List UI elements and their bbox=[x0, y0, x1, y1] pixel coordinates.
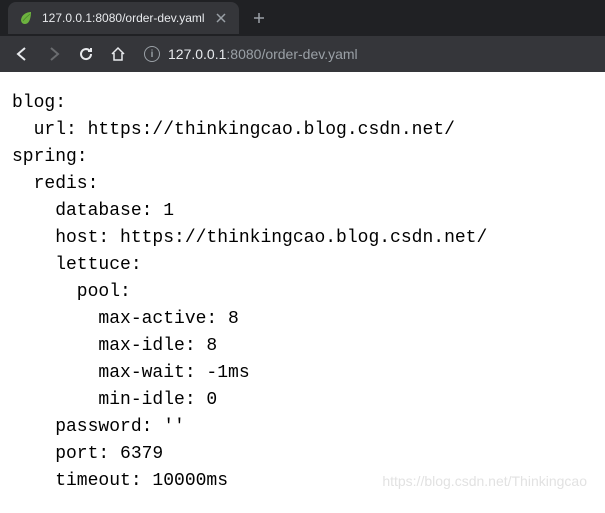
close-icon[interactable] bbox=[213, 10, 229, 26]
page-content: blog: url: https://thinkingcao.blog.csdn… bbox=[0, 72, 605, 513]
watermark: https://blog.csdn.net/Thinkingcao bbox=[382, 473, 587, 489]
yaml-line: database: 1 bbox=[12, 201, 174, 221]
back-button[interactable] bbox=[8, 40, 36, 68]
tab-bar: 127.0.0.1:8080/order-dev.yaml bbox=[0, 0, 605, 36]
new-tab-button[interactable] bbox=[245, 4, 273, 32]
yaml-line: password: '' bbox=[12, 417, 185, 437]
url-display: 127.0.0.1:8080/order-dev.yaml bbox=[168, 46, 358, 62]
yaml-line: url: https://thinkingcao.blog.csdn.net/ bbox=[12, 120, 455, 140]
yaml-line: blog: bbox=[12, 93, 66, 113]
yaml-line: redis: bbox=[12, 174, 98, 194]
address-bar[interactable]: i 127.0.0.1:8080/order-dev.yaml bbox=[144, 40, 597, 68]
yaml-line: pool: bbox=[12, 282, 131, 302]
yaml-line: spring: bbox=[12, 147, 88, 167]
browser-tab[interactable]: 127.0.0.1:8080/order-dev.yaml bbox=[8, 2, 239, 34]
tab-title: 127.0.0.1:8080/order-dev.yaml bbox=[42, 11, 205, 25]
forward-button[interactable] bbox=[40, 40, 68, 68]
url-host: 127.0.0.1 bbox=[168, 46, 226, 62]
yaml-line: lettuce: bbox=[12, 255, 142, 275]
yaml-line: min-idle: 0 bbox=[12, 390, 217, 410]
spring-leaf-icon bbox=[18, 10, 34, 26]
yaml-line: port: 6379 bbox=[12, 444, 163, 464]
yaml-line: max-active: 8 bbox=[12, 309, 239, 329]
browser-chrome: 127.0.0.1:8080/order-dev.yaml bbox=[0, 0, 605, 72]
site-info-icon[interactable]: i bbox=[144, 46, 160, 62]
reload-button[interactable] bbox=[72, 40, 100, 68]
yaml-line: max-idle: 8 bbox=[12, 336, 217, 356]
yaml-line: host: https://thinkingcao.blog.csdn.net/ bbox=[12, 228, 487, 248]
browser-toolbar: i 127.0.0.1:8080/order-dev.yaml bbox=[0, 36, 605, 72]
url-port: :8080 bbox=[226, 46, 261, 62]
yaml-line: timeout: 10000ms bbox=[12, 471, 228, 491]
home-button[interactable] bbox=[104, 40, 132, 68]
url-path: /order-dev.yaml bbox=[261, 46, 357, 62]
yaml-line: max-wait: -1ms bbox=[12, 363, 250, 383]
